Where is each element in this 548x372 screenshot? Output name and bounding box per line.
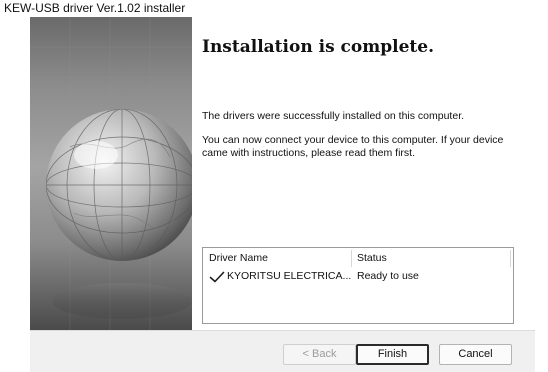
table-row[interactable]: KYORITSU ELECTRICA... Ready to use — [203, 268, 513, 285]
column-divider[interactable] — [351, 250, 352, 267]
button-bar: < Back Finish Cancel — [30, 330, 535, 372]
globe-icon — [30, 17, 192, 330]
back-button[interactable]: < Back — [283, 344, 356, 365]
checkmark-icon — [209, 271, 225, 283]
driver-list[interactable]: Driver Name Status KYORITSU ELECTRICA...… — [202, 247, 514, 324]
column-header-status[interactable]: Status — [357, 252, 387, 265]
column-header-driver-name[interactable]: Driver Name — [209, 252, 268, 265]
instructions-message: You can now connect your device to this … — [202, 134, 504, 159]
title-bar: KEW-USB driver Ver.1.02 installer — [0, 0, 548, 17]
window-title: KEW-USB driver Ver.1.02 installer — [4, 1, 186, 15]
wizard-body: Installation is complete. The drivers we… — [30, 17, 535, 330]
driver-list-header: Driver Name Status — [203, 248, 513, 268]
side-banner — [30, 17, 192, 330]
finish-button[interactable]: Finish — [356, 344, 429, 365]
cancel-button[interactable]: Cancel — [439, 344, 512, 365]
column-divider[interactable] — [510, 250, 511, 267]
driver-status-cell: Ready to use — [357, 270, 419, 282]
installer-window: KEW-USB driver Ver.1.02 installer Instal… — [0, 0, 548, 372]
driver-name-cell: KYORITSU ELECTRICA... — [227, 270, 352, 282]
success-message: The drivers were successfully installed … — [202, 110, 465, 122]
completion-heading: Installation is complete. — [202, 37, 434, 57]
